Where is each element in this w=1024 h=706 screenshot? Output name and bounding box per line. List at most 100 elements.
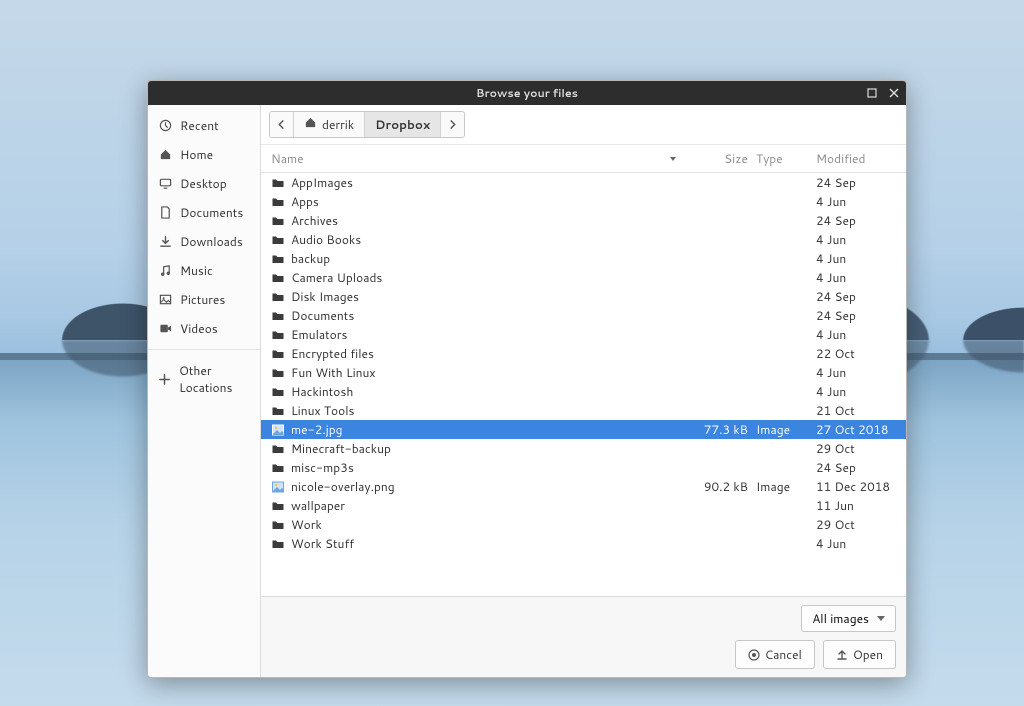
file-row[interactable]: Archives 24 Sep xyxy=(261,211,906,230)
file-row[interactable]: backup 4 Jun xyxy=(261,249,906,268)
file-name: Linux Tools xyxy=(291,402,354,419)
folder-icon xyxy=(271,271,285,285)
path-segment-dropbox[interactable]: Dropbox xyxy=(365,112,441,137)
file-name: me-2.jpg xyxy=(291,421,343,438)
file-type-filter[interactable]: All images xyxy=(801,605,896,632)
file-row[interactable]: Disk Images 24 Sep xyxy=(261,287,906,306)
file-row[interactable]: Audio Books 4 Jun xyxy=(261,230,906,249)
window-title: Browse your files xyxy=(476,85,578,101)
folder-icon xyxy=(271,233,285,247)
file-row[interactable]: nicole-overlay.png 90.2 kB Image 11 Dec … xyxy=(261,477,906,496)
path-forward-button[interactable] xyxy=(441,112,464,137)
file-modified: 4 Jun xyxy=(816,231,896,248)
file-name: AppImages xyxy=(291,174,353,191)
sidebar-item-label: Music xyxy=(180,262,213,279)
file-list[interactable]: AppImages 24 Sep Apps 4 Jun Archives 24 … xyxy=(261,173,906,596)
file-name: Work xyxy=(291,516,322,533)
path-bar: derrik Dropbox xyxy=(261,105,906,145)
places-sidebar: Recent Home Desktop Documents Downloads Music… xyxy=(148,105,261,677)
file-modified: 4 Jun xyxy=(816,535,896,552)
folder-icon xyxy=(271,214,285,228)
sidebar-item-desktop[interactable]: Desktop xyxy=(148,169,260,198)
sidebar-item-label: Recent xyxy=(180,117,219,134)
file-row[interactable]: AppImages 24 Sep xyxy=(261,173,906,192)
file-modified: 29 Oct xyxy=(816,440,896,457)
file-type: Image xyxy=(756,478,816,495)
file-type: Image xyxy=(756,421,816,438)
file-name: Fun With Linux xyxy=(291,364,376,381)
sidebar-item-other-locations[interactable]: Other Locations xyxy=(148,356,260,402)
maximize-button[interactable] xyxy=(866,87,878,99)
folder-icon xyxy=(271,176,285,190)
file-row[interactable]: Emulators 4 Jun xyxy=(261,325,906,344)
sidebar-item-downloads[interactable]: Downloads xyxy=(148,227,260,256)
folder-icon xyxy=(271,442,285,456)
path-segment-label: derrik xyxy=(322,116,354,133)
cancel-button[interactable]: Cancel xyxy=(735,640,815,669)
sidebar-item-documents[interactable]: Documents xyxy=(148,198,260,227)
file-row[interactable]: Apps 4 Jun xyxy=(261,192,906,211)
file-row[interactable]: Minecraft-backup 29 Oct xyxy=(261,439,906,458)
file-name: Disk Images xyxy=(291,288,359,305)
recent-icon xyxy=(158,119,172,133)
column-name[interactable]: Name xyxy=(271,150,686,167)
file-row[interactable]: misc-mp3s 24 Sep xyxy=(261,458,906,477)
file-row[interactable]: me-2.jpg 77.3 kB Image 27 Oct 2018 xyxy=(261,420,906,439)
folder-icon xyxy=(271,309,285,323)
file-modified: 24 Sep xyxy=(816,307,896,324)
file-row[interactable]: Camera Uploads 4 Jun xyxy=(261,268,906,287)
file-name: Apps xyxy=(291,193,319,210)
folder-icon xyxy=(271,328,285,342)
column-modified[interactable]: Modified xyxy=(816,150,896,167)
file-modified: 21 Oct xyxy=(816,402,896,419)
cancel-icon xyxy=(748,649,760,661)
plus-icon xyxy=(158,372,171,386)
path-back-button[interactable] xyxy=(270,112,294,137)
file-modified: 29 Oct xyxy=(816,516,896,533)
file-modified: 22 Oct xyxy=(816,345,896,362)
file-row[interactable]: wallpaper 11 Jun xyxy=(261,496,906,515)
file-row[interactable]: Documents 24 Sep xyxy=(261,306,906,325)
folder-icon xyxy=(271,195,285,209)
sidebar-item-label: Pictures xyxy=(180,291,225,308)
file-modified: 24 Sep xyxy=(816,174,896,191)
sidebar-item-videos[interactable]: Videos xyxy=(148,314,260,343)
file-row[interactable]: Linux Tools 21 Oct xyxy=(261,401,906,420)
column-size[interactable]: Size xyxy=(686,150,756,167)
sort-indicator-icon xyxy=(670,157,676,161)
file-modified: 24 Sep xyxy=(816,288,896,305)
sidebar-item-label: Desktop xyxy=(180,175,227,192)
open-button[interactable]: Open xyxy=(823,640,896,669)
sidebar-item-label: Home xyxy=(180,146,213,163)
file-row[interactable]: Work Stuff 4 Jun xyxy=(261,534,906,553)
sidebar-item-pictures[interactable]: Pictures xyxy=(148,285,260,314)
sidebar-item-home[interactable]: Home xyxy=(148,140,260,169)
file-name: Documents xyxy=(291,307,354,324)
sidebar-item-label: Downloads xyxy=(180,233,243,250)
file-name: Audio Books xyxy=(291,231,361,248)
file-modified: 4 Jun xyxy=(816,383,896,400)
folder-icon xyxy=(271,537,285,551)
sidebar-item-label: Videos xyxy=(180,320,218,337)
file-row[interactable]: Fun With Linux 4 Jun xyxy=(261,363,906,382)
file-modified: 27 Oct 2018 xyxy=(816,421,896,438)
file-row[interactable]: Work 29 Oct xyxy=(261,515,906,534)
file-name: Camera Uploads xyxy=(291,269,382,286)
file-modified: 11 Dec 2018 xyxy=(816,478,896,495)
desktop-icon xyxy=(158,177,172,191)
path-segment-derrik[interactable]: derrik xyxy=(294,112,365,137)
file-modified: 11 Jun xyxy=(816,497,896,514)
close-button[interactable] xyxy=(888,87,900,99)
file-row[interactable]: Hackintosh 4 Jun xyxy=(261,382,906,401)
sidebar-item-recent[interactable]: Recent xyxy=(148,111,260,140)
file-modified: 4 Jun xyxy=(816,250,896,267)
titlebar: Browse your files xyxy=(148,81,906,105)
file-name: Archives xyxy=(291,212,338,229)
sidebar-item-music[interactable]: Music xyxy=(148,256,260,285)
file-row[interactable]: Encrypted files 22 Oct xyxy=(261,344,906,363)
pictures-icon xyxy=(158,293,172,307)
folder-icon xyxy=(271,347,285,361)
column-type[interactable]: Type xyxy=(756,150,816,167)
dialog-footer: All images Cancel Open xyxy=(261,596,906,677)
image-icon xyxy=(271,423,285,437)
